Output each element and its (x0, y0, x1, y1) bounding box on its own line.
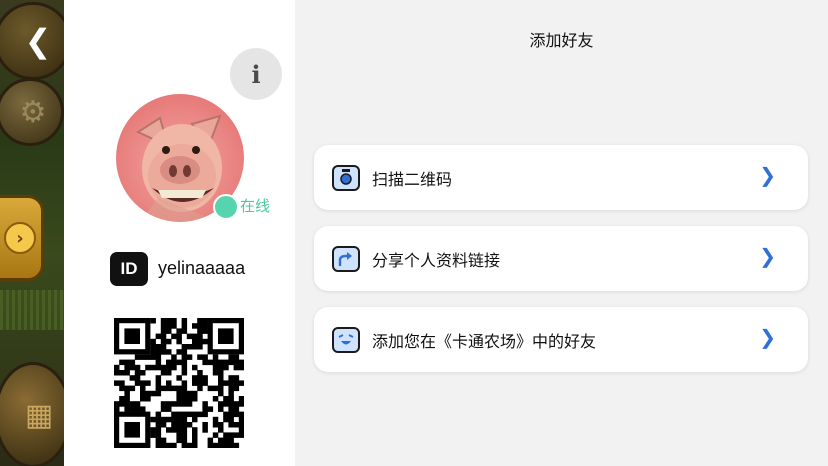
camera-icon (332, 164, 360, 191)
cash-register-button[interactable]: ▦ (0, 362, 64, 466)
chevron-right-icon: ❯ (759, 163, 776, 187)
online-status-dot (213, 194, 239, 220)
settings-button[interactable]: ⚙ (0, 78, 64, 146)
add-hayday-friends-label: 添加您在《卡通农场》中的好友 (372, 331, 597, 351)
chevron-right-icon: ❯ (759, 244, 776, 268)
scan-qr-option[interactable]: 扫描二维码 ❯ (314, 145, 808, 210)
share-profile-link-option[interactable]: 分享个人资料链接 ❯ (314, 226, 808, 291)
game-side-strip: ❮ ⚙ › ▦ (0, 0, 64, 466)
gear-icon: ⚙ (19, 94, 47, 130)
scan-qr-label: 扫描二维码 (372, 169, 453, 189)
shop-button[interactable]: › (0, 195, 44, 281)
grass-decoration (0, 290, 64, 330)
share-profile-link-label: 分享个人资料链接 (372, 250, 501, 270)
smiley-icon (332, 326, 360, 353)
username: yelinaaaaa (158, 258, 246, 278)
chevron-left-icon: ❮ (24, 22, 52, 60)
id-badge: ID (110, 252, 148, 286)
coin-arrow-icon: › (4, 222, 36, 254)
add-hayday-friends-option[interactable]: 添加您在《卡通农场》中的好友 ❯ (314, 307, 808, 372)
qr-code (114, 318, 245, 452)
info-icon: i (251, 59, 261, 89)
info-button[interactable]: i (230, 48, 282, 100)
qr-code-image (114, 318, 245, 449)
profile-panel: i 在线 ID yelinaaaaa (64, 0, 295, 466)
online-status-label: 在线 (240, 197, 271, 215)
share-icon (332, 245, 360, 272)
add-friend-main: 添加好友 扫描二维码 ❯ 分享个人资料链接 ❯ 添加您在《卡通农场》中的好友 ❯ (295, 0, 828, 466)
cash-register-icon: ▦ (24, 397, 54, 433)
page-title: 添加好友 (529, 31, 594, 50)
back-button[interactable]: ❮ (0, 2, 64, 80)
chevron-right-icon: ❯ (759, 325, 776, 349)
